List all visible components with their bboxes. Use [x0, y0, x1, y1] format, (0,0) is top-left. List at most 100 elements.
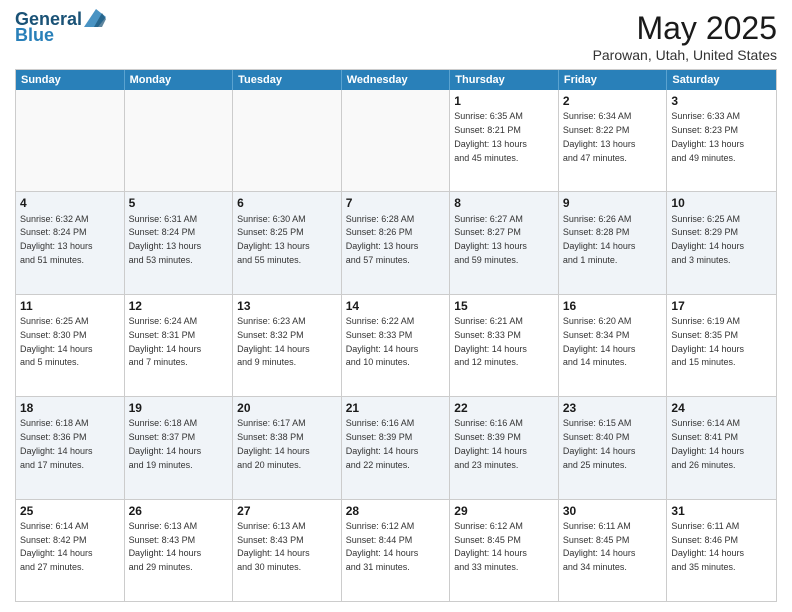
- day-number: 22: [454, 400, 554, 416]
- day-number: 21: [346, 400, 446, 416]
- day-cell-12: 12 Sunrise: 6:24 AM Sunset: 8:31 PM Dayli…: [125, 295, 234, 396]
- day-info: Sunrise: 6:14 AM Sunset: 8:42 PM Dayligh…: [20, 521, 93, 572]
- day-cell-22: 22 Sunrise: 6:16 AM Sunset: 8:39 PM Dayli…: [450, 397, 559, 498]
- day-cell-5: 5Sunrise: 6:31 AM Sunset: 8:24 PM Daylig…: [125, 192, 234, 293]
- logo-icon: [84, 9, 106, 27]
- day-cell-13: 13 Sunrise: 6:23 AM Sunset: 8:32 PM Dayli…: [233, 295, 342, 396]
- day-cell-10: 10 Sunrise: 6:25 AM Sunset: 8:29 PM Dayli…: [667, 192, 776, 293]
- empty-cell: [16, 90, 125, 191]
- calendar-row-0: 1 Sunrise: 6:35 AM Sunset: 8:21 PM Daylig…: [16, 90, 776, 192]
- day-info: Sunrise: 6:12 AM Sunset: 8:44 PM Dayligh…: [346, 521, 419, 572]
- logo: General Blue: [15, 10, 106, 46]
- day-info: Sunrise: 6:26 AM Sunset: 8:28 PM Dayligh…: [563, 214, 636, 265]
- day-number: 23: [563, 400, 663, 416]
- calendar: SundayMondayTuesdayWednesdayThursdayFrid…: [15, 69, 777, 602]
- day-number: 6: [237, 195, 337, 211]
- logo-text-blue: Blue: [15, 26, 54, 46]
- day-number: 1: [454, 93, 554, 109]
- day-cell-7: 7Sunrise: 6:28 AM Sunset: 8:26 PM Daylig…: [342, 192, 451, 293]
- day-number: 30: [563, 503, 663, 519]
- day-number: 13: [237, 298, 337, 314]
- day-cell-8: 8Sunrise: 6:27 AM Sunset: 8:27 PM Daylig…: [450, 192, 559, 293]
- header: General Blue May 2025 Parowan, Utah, Uni…: [15, 10, 777, 63]
- day-header-thursday: Thursday: [450, 70, 559, 90]
- day-number: 24: [671, 400, 772, 416]
- day-cell-29: 29Sunrise: 6:12 AM Sunset: 8:45 PM Dayli…: [450, 500, 559, 601]
- day-cell-2: 2 Sunrise: 6:34 AM Sunset: 8:22 PM Daylig…: [559, 90, 668, 191]
- main-title: May 2025: [593, 10, 777, 47]
- day-cell-28: 28 Sunrise: 6:12 AM Sunset: 8:44 PM Dayli…: [342, 500, 451, 601]
- day-info: Sunrise: 6:18 AM Sunset: 8:36 PM Dayligh…: [20, 418, 93, 469]
- day-number: 28: [346, 503, 446, 519]
- day-number: 25: [20, 503, 120, 519]
- day-cell-3: 3 Sunrise: 6:33 AM Sunset: 8:23 PM Daylig…: [667, 90, 776, 191]
- day-cell-17: 17Sunrise: 6:19 AM Sunset: 8:35 PM Dayli…: [667, 295, 776, 396]
- day-number: 3: [671, 93, 772, 109]
- day-number: 9: [563, 195, 663, 211]
- calendar-row-4: 25 Sunrise: 6:14 AM Sunset: 8:42 PM Dayli…: [16, 500, 776, 601]
- day-number: 20: [237, 400, 337, 416]
- day-number: 4: [20, 195, 120, 211]
- day-number: 31: [671, 503, 772, 519]
- day-cell-6: 6 Sunrise: 6:30 AM Sunset: 8:25 PM Daylig…: [233, 192, 342, 293]
- calendar-body: 1 Sunrise: 6:35 AM Sunset: 8:21 PM Daylig…: [16, 90, 776, 601]
- day-info: Sunrise: 6:13 AM Sunset: 8:43 PM Dayligh…: [237, 521, 310, 572]
- day-cell-20: 20Sunrise: 6:17 AM Sunset: 8:38 PM Dayli…: [233, 397, 342, 498]
- day-info: Sunrise: 6:34 AM Sunset: 8:22 PM Dayligh…: [563, 111, 636, 162]
- day-info: Sunrise: 6:31 AM Sunset: 8:24 PM Dayligh…: [129, 214, 202, 265]
- day-info: Sunrise: 6:15 AM Sunset: 8:40 PM Dayligh…: [563, 418, 636, 469]
- day-info: Sunrise: 6:13 AM Sunset: 8:43 PM Dayligh…: [129, 521, 202, 572]
- day-info: Sunrise: 6:20 AM Sunset: 8:34 PM Dayligh…: [563, 316, 636, 367]
- day-cell-11: 11Sunrise: 6:25 AM Sunset: 8:30 PM Dayli…: [16, 295, 125, 396]
- day-info: Sunrise: 6:21 AM Sunset: 8:33 PM Dayligh…: [454, 316, 527, 367]
- day-cell-26: 26 Sunrise: 6:13 AM Sunset: 8:43 PM Dayli…: [125, 500, 234, 601]
- day-info: Sunrise: 6:33 AM Sunset: 8:23 PM Dayligh…: [671, 111, 744, 162]
- day-info: Sunrise: 6:11 AM Sunset: 8:45 PM Dayligh…: [563, 521, 636, 572]
- day-number: 10: [671, 195, 772, 211]
- day-info: Sunrise: 6:22 AM Sunset: 8:33 PM Dayligh…: [346, 316, 419, 367]
- day-number: 18: [20, 400, 120, 416]
- day-number: 15: [454, 298, 554, 314]
- day-cell-1: 1 Sunrise: 6:35 AM Sunset: 8:21 PM Daylig…: [450, 90, 559, 191]
- day-cell-24: 24 Sunrise: 6:14 AM Sunset: 8:41 PM Dayli…: [667, 397, 776, 498]
- day-info: Sunrise: 6:25 AM Sunset: 8:29 PM Dayligh…: [671, 214, 744, 265]
- day-header-friday: Friday: [559, 70, 668, 90]
- day-cell-15: 15 Sunrise: 6:21 AM Sunset: 8:33 PM Dayli…: [450, 295, 559, 396]
- day-cell-19: 19 Sunrise: 6:18 AM Sunset: 8:37 PM Dayli…: [125, 397, 234, 498]
- day-info: Sunrise: 6:27 AM Sunset: 8:27 PM Dayligh…: [454, 214, 527, 265]
- day-info: Sunrise: 6:35 AM Sunset: 8:21 PM Dayligh…: [454, 111, 527, 162]
- day-info: Sunrise: 6:16 AM Sunset: 8:39 PM Dayligh…: [346, 418, 419, 469]
- day-info: Sunrise: 6:11 AM Sunset: 8:46 PM Dayligh…: [671, 521, 744, 572]
- empty-cell: [342, 90, 451, 191]
- calendar-row-2: 11Sunrise: 6:25 AM Sunset: 8:30 PM Dayli…: [16, 295, 776, 397]
- day-header-monday: Monday: [125, 70, 234, 90]
- day-number: 26: [129, 503, 229, 519]
- day-info: Sunrise: 6:14 AM Sunset: 8:41 PM Dayligh…: [671, 418, 744, 469]
- day-number: 12: [129, 298, 229, 314]
- day-number: 16: [563, 298, 663, 314]
- day-info: Sunrise: 6:16 AM Sunset: 8:39 PM Dayligh…: [454, 418, 527, 469]
- day-number: 7: [346, 195, 446, 211]
- page: General Blue May 2025 Parowan, Utah, Uni…: [0, 0, 792, 612]
- day-header-saturday: Saturday: [667, 70, 776, 90]
- day-info: Sunrise: 6:12 AM Sunset: 8:45 PM Dayligh…: [454, 521, 527, 572]
- day-cell-4: 4 Sunrise: 6:32 AM Sunset: 8:24 PM Daylig…: [16, 192, 125, 293]
- day-cell-27: 27 Sunrise: 6:13 AM Sunset: 8:43 PM Dayli…: [233, 500, 342, 601]
- day-header-sunday: Sunday: [16, 70, 125, 90]
- day-cell-16: 16 Sunrise: 6:20 AM Sunset: 8:34 PM Dayli…: [559, 295, 668, 396]
- day-cell-21: 21 Sunrise: 6:16 AM Sunset: 8:39 PM Dayli…: [342, 397, 451, 498]
- day-cell-14: 14Sunrise: 6:22 AM Sunset: 8:33 PM Dayli…: [342, 295, 451, 396]
- subtitle: Parowan, Utah, United States: [593, 47, 777, 63]
- day-info: Sunrise: 6:30 AM Sunset: 8:25 PM Dayligh…: [237, 214, 310, 265]
- day-info: Sunrise: 6:24 AM Sunset: 8:31 PM Dayligh…: [129, 316, 202, 367]
- day-number: 17: [671, 298, 772, 314]
- day-number: 19: [129, 400, 229, 416]
- day-info: Sunrise: 6:23 AM Sunset: 8:32 PM Dayligh…: [237, 316, 310, 367]
- day-info: Sunrise: 6:18 AM Sunset: 8:37 PM Dayligh…: [129, 418, 202, 469]
- day-cell-18: 18 Sunrise: 6:18 AM Sunset: 8:36 PM Dayli…: [16, 397, 125, 498]
- day-number: 27: [237, 503, 337, 519]
- day-number: 2: [563, 93, 663, 109]
- calendar-row-3: 18 Sunrise: 6:18 AM Sunset: 8:36 PM Dayli…: [16, 397, 776, 499]
- day-info: Sunrise: 6:32 AM Sunset: 8:24 PM Dayligh…: [20, 214, 93, 265]
- title-block: May 2025 Parowan, Utah, United States: [593, 10, 777, 63]
